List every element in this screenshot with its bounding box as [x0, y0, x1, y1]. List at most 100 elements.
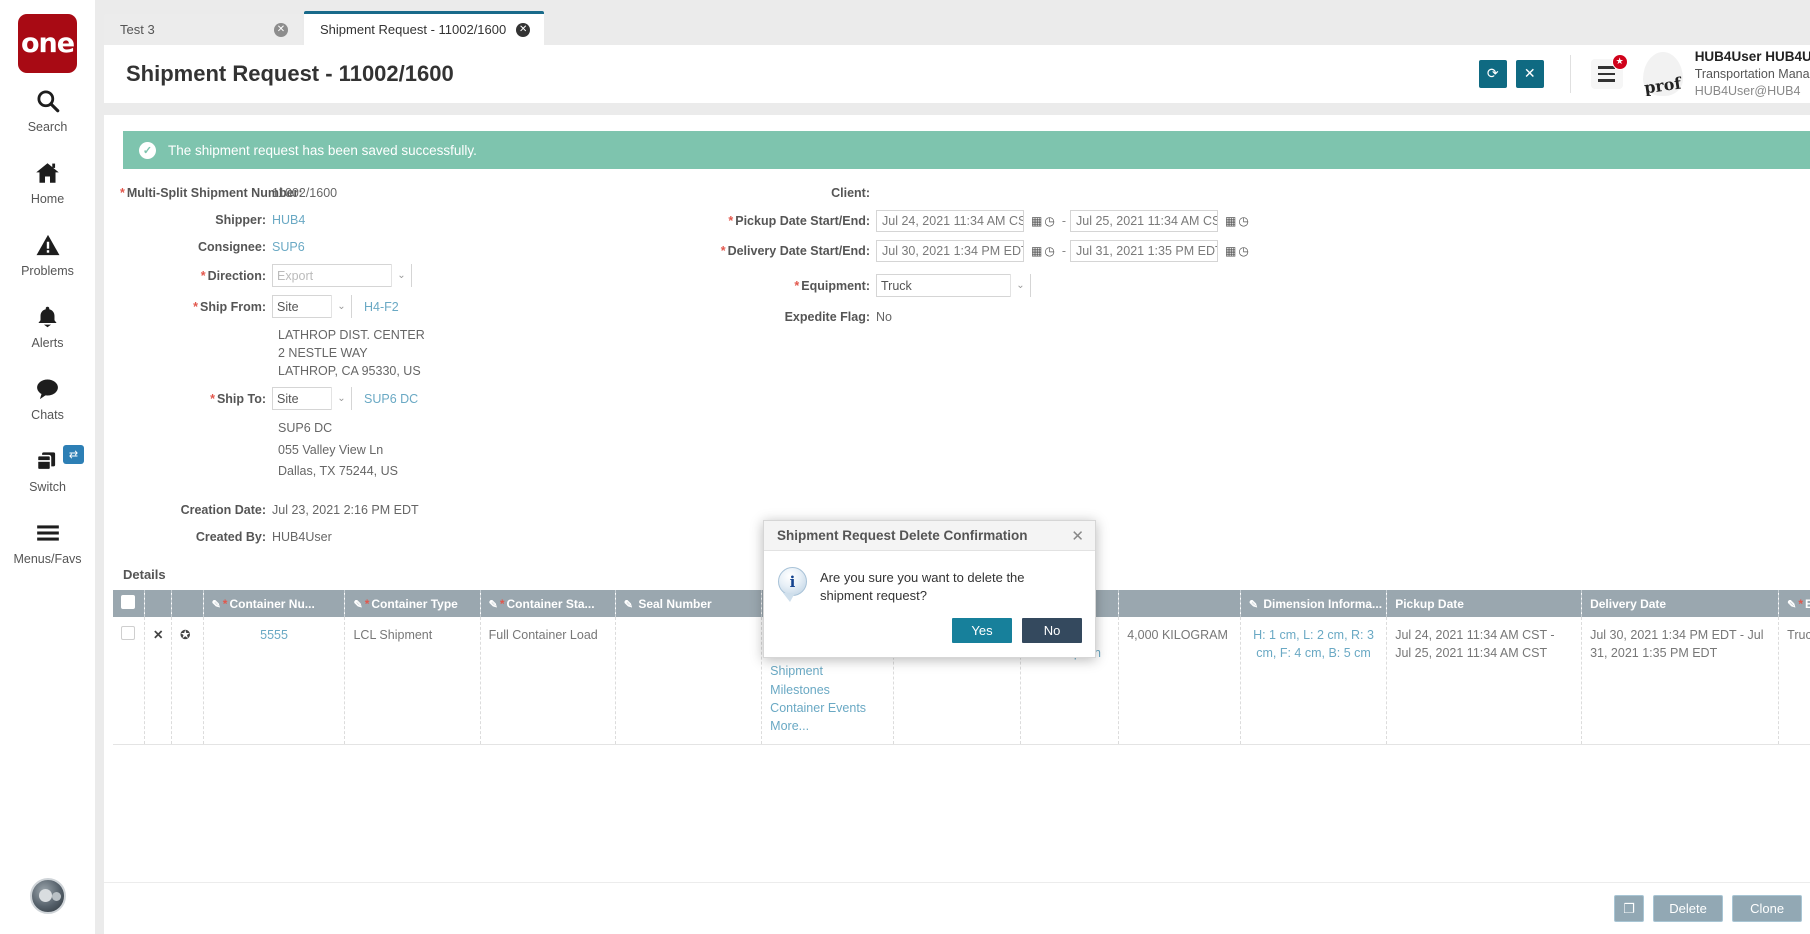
app-logo[interactable]: one	[18, 14, 77, 73]
dialog-close-icon[interactable]: ✕	[1071, 527, 1084, 545]
sidebar-item-home[interactable]: Home	[0, 145, 95, 217]
tab-label: Test 3	[120, 22, 155, 37]
row-remove-cell[interactable]: ✕	[144, 617, 173, 745]
range-separator: -	[1061, 214, 1066, 228]
select-all-checkbox[interactable]	[121, 595, 135, 610]
calendar-icon[interactable]: ▦	[1031, 214, 1042, 228]
row-select-cell[interactable]	[113, 617, 146, 745]
link-shipment-milestones[interactable]: Shipment Milestones	[770, 662, 885, 698]
ship-to-type-select[interactable]: Site ⌄	[272, 387, 352, 411]
col-dimension-information[interactable]: ✎ Dimension Informa...	[1240, 590, 1388, 618]
tab-shipment-request[interactable]: Shipment Request - 11002/1600 ✕	[304, 11, 545, 45]
ship-from-type-select[interactable]: Site ⌄	[272, 295, 352, 318]
delivery-end-input[interactable]: Jul 31, 2021 1:35 PM EDT	[1070, 240, 1218, 262]
sidebar-item-alerts[interactable]: Alerts	[0, 289, 95, 361]
edit-pencil-icon: ✎	[1787, 598, 1797, 611]
confirm-no-button[interactable]: No	[1022, 617, 1082, 643]
calendar-icon[interactable]: ▦	[1225, 244, 1236, 258]
pickup-end-value: Jul 25, 2021 11:34 AM CST	[1076, 214, 1218, 228]
col-seal-number[interactable]: ✎ Seal Number	[615, 590, 763, 618]
cell-container-number[interactable]: 5555	[203, 617, 346, 745]
field-value: HUB4User	[272, 529, 332, 544]
close-button[interactable]: ✕	[1515, 59, 1544, 88]
pickup-end-pickers[interactable]: ▦ ◷	[1222, 214, 1252, 228]
pickup-end-input[interactable]: Jul 25, 2021 11:34 AM CST	[1070, 210, 1218, 232]
delivery-start-pickers[interactable]: ▦ ◷	[1028, 244, 1058, 258]
close-icon[interactable]: ✕	[516, 22, 531, 37]
sidebar-label-menus-favs: Menus/Favs	[13, 552, 82, 566]
required-marker: *	[499, 596, 505, 611]
table-empty-space	[104, 745, 1810, 899]
col-container-status[interactable]: ✎ * Container Sta...	[480, 590, 616, 618]
user-email: HUB4User@HUB4	[1694, 83, 1801, 98]
close-x-icon: ✕	[1523, 65, 1536, 82]
calendar-icon[interactable]: ▦	[1031, 244, 1042, 258]
shipper-link[interactable]: HUB4	[272, 213, 305, 227]
delete-button[interactable]: Delete	[1653, 895, 1724, 922]
pickup-start-pickers[interactable]: ▦ ◷	[1028, 214, 1058, 228]
star-icon: ★	[1611, 53, 1628, 70]
sidebar-item-chats[interactable]: Chats	[0, 361, 95, 433]
field-label: * Delivery Date Start/End:	[720, 244, 870, 258]
form-right-column: Client: * Pickup Date Start/End: Jul 24, …	[664, 183, 1810, 554]
title-bar: Shipment Request - 11002/1600 ⟳ ✕ ★ prof…	[104, 45, 1810, 103]
select-all-header[interactable]	[113, 590, 146, 618]
field-value: Jul 23, 2021 2:16 PM EDT	[272, 502, 419, 517]
col-container-number[interactable]: ✎ * Container Nu...	[203, 590, 346, 618]
ship-to-code-link[interactable]: SUP6 DC	[364, 392, 418, 406]
row-settings-cell[interactable]: ✪	[171, 617, 204, 745]
container-number-link[interactable]: 5555	[212, 626, 337, 644]
clock-icon[interactable]: ◷	[1238, 244, 1248, 258]
col-container-type[interactable]: ✎ * Container Type	[344, 590, 481, 618]
confirm-yes-button[interactable]: Yes	[952, 617, 1012, 643]
link-more[interactable]: More...	[770, 717, 885, 735]
field-label: Client:	[831, 185, 870, 200]
clock-icon[interactable]: ◷	[1044, 244, 1054, 258]
field-ship-to: * Ship To: Site ⌄ SUP6 DC	[120, 387, 664, 411]
consignee-link[interactable]: SUP6	[272, 240, 305, 254]
ship-to-address: SUP6 DC 055 Valley View Ln Dallas, TX 75…	[120, 418, 664, 482]
x-remove-icon[interactable]: ✕	[153, 628, 163, 642]
field-multi-split-shipment-number: * Multi-Split Shipment Number: 11002/1600	[120, 183, 664, 202]
col-equipment[interactable]: ✎*E	[1778, 590, 1810, 618]
info-bubble-icon: i	[778, 567, 808, 602]
dimension-link[interactable]: H: 1 cm, L: 2 cm, R: 3 cm, F: 4 cm, B: 5…	[1249, 626, 1378, 662]
avatar[interactable]: prof	[1641, 51, 1685, 96]
sidebar-item-search[interactable]: Search	[0, 73, 95, 145]
field-client: Client:	[716, 183, 1810, 202]
notifications-menu-button[interactable]: ★	[1590, 53, 1628, 89]
calendar-icon[interactable]: ▦	[1225, 214, 1236, 228]
clock-icon[interactable]: ◷	[1044, 214, 1054, 228]
ship-from-code-link[interactable]: H4-F2	[364, 300, 399, 314]
direction-select[interactable]: Export ⌄	[272, 264, 412, 287]
gear-icon[interactable]: ✪	[180, 628, 190, 642]
sidebar-item-problems[interactable]: Problems	[0, 217, 95, 289]
sidebar-label-switch: Switch	[29, 480, 66, 494]
clock-icon[interactable]: ◷	[1238, 214, 1248, 228]
delivery-start-input[interactable]: Jul 30, 2021 1:34 PM EDT	[876, 240, 1024, 262]
rail-user-avatar[interactable]	[29, 878, 66, 914]
field-creation-date: Creation Date: Jul 23, 2021 2:16 PM EDT	[120, 500, 664, 519]
col-delivery-date[interactable]: Delivery Date	[1581, 590, 1780, 618]
edit-pencil-icon: ✎	[488, 598, 498, 611]
tab-test-3[interactable]: Test 3 ✕	[104, 14, 302, 45]
pickup-start-input[interactable]: Jul 24, 2021 11:34 AM CST	[876, 210, 1024, 232]
col-pickup-date[interactable]: Pickup Date	[1386, 590, 1583, 618]
equipment-select[interactable]: Truck ⌄	[876, 274, 1031, 297]
sidebar-item-switch[interactable]: ⇄ Switch	[0, 433, 95, 505]
ship-to-type-value: Site	[277, 391, 299, 406]
delivery-end-pickers[interactable]: ▦ ◷	[1222, 244, 1252, 258]
cell-dimension[interactable]: H: 1 cm, L: 2 cm, R: 3 cm, F: 4 cm, B: 5…	[1240, 617, 1388, 745]
sidebar-label-home: Home	[30, 192, 65, 206]
hamburger-line	[1598, 72, 1616, 76]
link-container-events[interactable]: Container Events	[770, 699, 885, 717]
hamburger-line	[1598, 79, 1616, 82]
dialog-message: Are you sure you want to delete the ship…	[820, 570, 1025, 604]
row-checkbox[interactable]	[121, 626, 135, 641]
close-icon[interactable]: ✕	[274, 22, 288, 37]
copy-button[interactable]: ❐	[1614, 895, 1645, 922]
sidebar-item-menus-favs[interactable]: Menus/Favs	[0, 505, 95, 577]
clone-button[interactable]: Clone	[1732, 895, 1803, 922]
refresh-button[interactable]: ⟳	[1478, 59, 1507, 88]
swap-arrows-icon[interactable]: ⇄	[63, 445, 84, 464]
